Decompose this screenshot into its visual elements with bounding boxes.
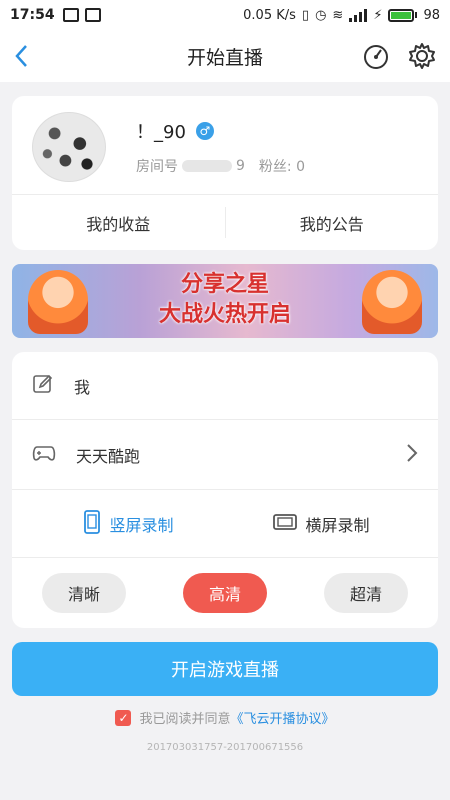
username-row: ！_90 ♂ bbox=[136, 118, 214, 144]
game-select-row[interactable]: 天天酷跑 bbox=[12, 420, 438, 490]
avatar[interactable] bbox=[32, 112, 106, 182]
charging-icon: ⚡ bbox=[373, 7, 383, 23]
status-time: 17:54 bbox=[10, 7, 55, 23]
landscape-phone-icon bbox=[273, 513, 298, 535]
promo-banner[interactable]: 分享之星 大战火热开启 bbox=[12, 264, 438, 338]
profile-tabs: 我的收益 我的公告 bbox=[12, 195, 438, 250]
start-live-button[interactable]: 开启游戏直播 bbox=[12, 642, 438, 696]
quality-hd-button[interactable]: 高清 bbox=[183, 573, 267, 613]
battery-level: 98 bbox=[423, 7, 440, 23]
username: ！_90 bbox=[136, 122, 186, 143]
portrait-label: 竖屏录制 bbox=[109, 515, 174, 535]
title-input-row[interactable]: 我 bbox=[12, 352, 438, 420]
profile-card: ！_90 ♂ 房间号 9 粉丝: 0 我的收益 我的公告 bbox=[12, 96, 438, 250]
back-icon[interactable] bbox=[14, 44, 28, 72]
quality-uhd-button[interactable]: 超清 bbox=[324, 573, 408, 613]
build-id: 201703031757-201700671556 bbox=[146, 742, 304, 753]
male-gender-icon: ♂ bbox=[195, 122, 214, 140]
battery-icon bbox=[388, 8, 418, 22]
chevron-right-icon bbox=[406, 443, 418, 467]
mascot-left-image bbox=[28, 270, 88, 334]
stream-title-input[interactable]: 我 bbox=[74, 374, 90, 398]
landscape-record-option[interactable]: 横屏录制 bbox=[225, 512, 418, 536]
wifi-icon: ≋ bbox=[332, 7, 344, 23]
vibrate-icon: ▯ bbox=[301, 7, 310, 23]
agreement-link[interactable]: 《飞云开播协议》 bbox=[231, 708, 335, 727]
status-bar: 17:54 0.05 K/s ▯ ◷ ≋ ⚡ 98 bbox=[0, 0, 450, 30]
edit-pencil-icon bbox=[32, 373, 54, 399]
speedometer-icon[interactable] bbox=[362, 42, 390, 74]
earnings-button[interactable]: 我的收益 bbox=[12, 195, 225, 250]
room-label: 房间号 bbox=[136, 159, 178, 175]
header: 开始直播 bbox=[0, 30, 450, 82]
quality-clear-button[interactable]: 清晰 bbox=[42, 573, 126, 613]
agreement-text: 我已阅读并同意 bbox=[139, 712, 231, 727]
fans-count: 粉丝: 0 bbox=[258, 159, 305, 175]
banner-text: 分享之星 大战火热开启 bbox=[112, 270, 338, 330]
page-title: 开始直播 bbox=[186, 46, 263, 69]
portrait-phone-icon bbox=[83, 509, 101, 538]
banner-line1: 分享之星 bbox=[180, 272, 269, 297]
agree-checkbox[interactable]: ✓ bbox=[115, 709, 132, 726]
signal-icon bbox=[349, 8, 368, 22]
quality-row: 清晰 高清 超清 bbox=[12, 558, 438, 628]
settings-gear-icon[interactable] bbox=[408, 42, 436, 74]
net-speed: 0.05 K/s bbox=[243, 7, 296, 23]
room-number-suffix: 9 bbox=[236, 158, 245, 174]
orientation-row: 竖屏录制 横屏录制 bbox=[12, 490, 438, 558]
landscape-label: 横屏录制 bbox=[305, 515, 370, 535]
bell-notification-icon bbox=[84, 8, 101, 22]
announcement-button[interactable]: 我的公告 bbox=[226, 195, 439, 250]
room-number-redacted bbox=[182, 160, 232, 172]
mascot-right-image bbox=[362, 270, 422, 334]
alarm-icon: ◷ bbox=[315, 7, 327, 23]
gamepad-icon bbox=[32, 443, 56, 467]
stream-settings-card: 我 天天酷跑 竖屏录制 横屏录制 清晰 高清 超清 bbox=[12, 352, 438, 628]
image-notification-icon bbox=[62, 8, 79, 22]
room-info: 房间号 9 粉丝: 0 bbox=[136, 156, 305, 176]
agreement-row: ✓ 我已阅读并同意 《飞云开播协议》 bbox=[0, 708, 450, 727]
banner-line2: 大战火热开启 bbox=[158, 302, 291, 327]
game-name: 天天酷跑 bbox=[76, 446, 141, 466]
portrait-record-option[interactable]: 竖屏录制 bbox=[32, 509, 225, 538]
